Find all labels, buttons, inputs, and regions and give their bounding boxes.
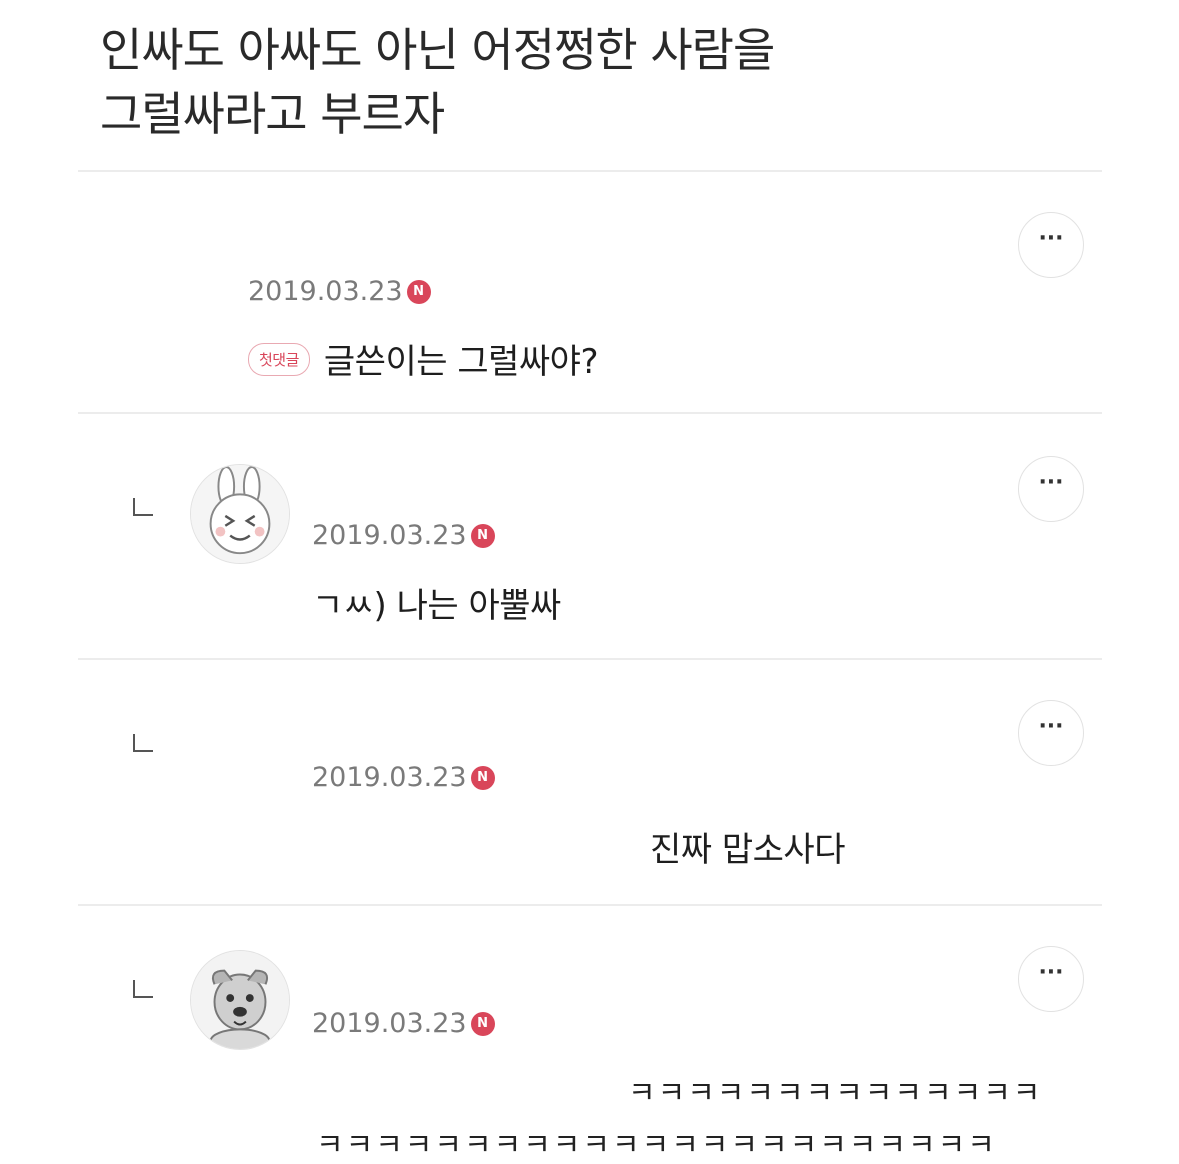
comment-date: 2019.03.23 [248,276,403,307]
new-badge: N [406,279,431,304]
comment-date-row: 2019.03.23 N [312,1008,495,1039]
comment-date: 2019.03.23 [312,1008,467,1039]
new-badge: N [470,523,495,548]
post-title-line-2: 그럴싸라고 부르자 [100,87,445,141]
reply-item: 2019.03.23 N ㄱㅆ) 나는 아뿔싸 ··· [78,414,1102,658]
comment-text: 진짜 맙소사다 [650,830,846,870]
comment-date-row: 2019.03.23 N [248,276,431,307]
comment-text: 글쓴이는 그럴싸야? [323,342,599,382]
comment-text-line-2: ㅋㅋㅋㅋㅋㅋㅋㅋㅋㅋㅋㅋㅋㅋㅋㅋㅋㅋㅋㅋㅋㅋㅋ [316,1128,997,1163]
comment-body: 첫댓글 글쓴이는 그럴싸야? [248,334,599,383]
comment-text: ㄱㅆ) 나는 아뿔싸 [312,586,561,626]
comment-item: 2019.03.23 N 첫댓글 글쓴이는 그럴싸야? ··· [78,172,1102,412]
reply-item: 2019.03.23 N ㅋㅋㅋㅋㅋㅋㅋㅋㅋㅋㅋㅋㅋㅋ ㅋㅋㅋㅋㅋㅋㅋㅋㅋㅋㅋㅋ… [78,906,1102,1163]
comment-date-row: 2019.03.23 N [312,762,495,793]
more-options-button[interactable]: ··· [1018,212,1084,278]
post-title-line-1: 인싸도 아싸도 아닌 어정쩡한 사람을 [100,23,775,77]
new-badge: N [470,765,495,790]
reply-arrow-icon [133,734,153,752]
comment-date-row: 2019.03.23 N [312,520,495,551]
comment-text-line-1: ㅋㅋㅋㅋㅋㅋㅋㅋㅋㅋㅋㅋㅋㅋ [628,1076,1043,1111]
new-badge: N [470,1011,495,1036]
reply-item: 2019.03.23 N 진짜 맙소사다 ··· [78,660,1102,904]
comment-date: 2019.03.23 [312,762,467,793]
more-options-button[interactable]: ··· [1018,700,1084,766]
post-title: 인싸도 아싸도 아닌 어정쩡한 사람을 그럴싸라고 부르자 [100,18,1100,146]
dog-avatar-icon[interactable] [190,950,290,1050]
first-comment-badge: 첫댓글 [248,343,310,376]
more-options-button[interactable]: ··· [1018,946,1084,1012]
rabbit-avatar-icon[interactable] [190,464,290,564]
reply-arrow-icon [133,498,153,516]
more-options-button[interactable]: ··· [1018,456,1084,522]
comment-date: 2019.03.23 [312,520,467,551]
reply-arrow-icon [133,980,153,998]
